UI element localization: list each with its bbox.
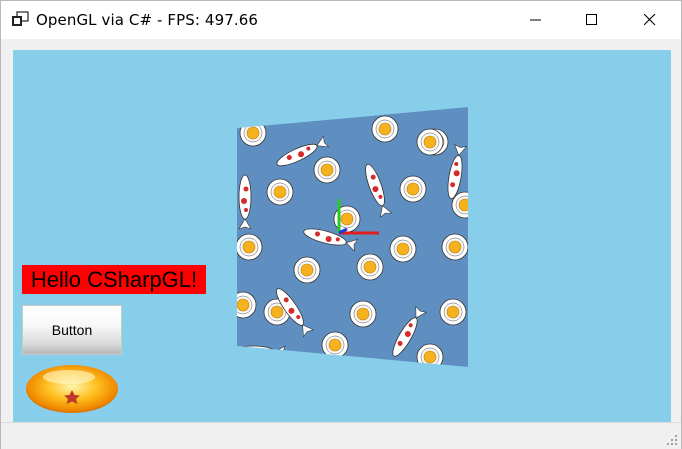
close-button[interactable] (627, 1, 673, 39)
title-bar[interactable]: OpenGL via C# - FPS: 497.66 (1, 1, 681, 39)
minimize-icon (530, 19, 541, 21)
status-bar (1, 422, 681, 449)
close-icon (644, 14, 656, 26)
resize-grip-icon[interactable] (667, 435, 677, 445)
window-title: OpenGL via C# - FPS: 497.66 (36, 11, 259, 29)
scene-button[interactable]: Button (22, 305, 122, 355)
minimize-button[interactable] (513, 1, 559, 39)
dragon-ball-star-icon[interactable] (25, 364, 119, 414)
hello-label: Hello CSharpGL! (22, 265, 206, 294)
app-icon[interactable] (11, 11, 29, 27)
maximize-icon (586, 14, 597, 25)
koi-lotus-texture (237, 107, 468, 367)
maximize-button[interactable] (569, 1, 615, 39)
opengl-canvas[interactable]: Hello CSharpGL! Button (13, 50, 671, 422)
app-window: OpenGL via C# - FPS: 497.66 Hello CSharp… (0, 0, 682, 449)
